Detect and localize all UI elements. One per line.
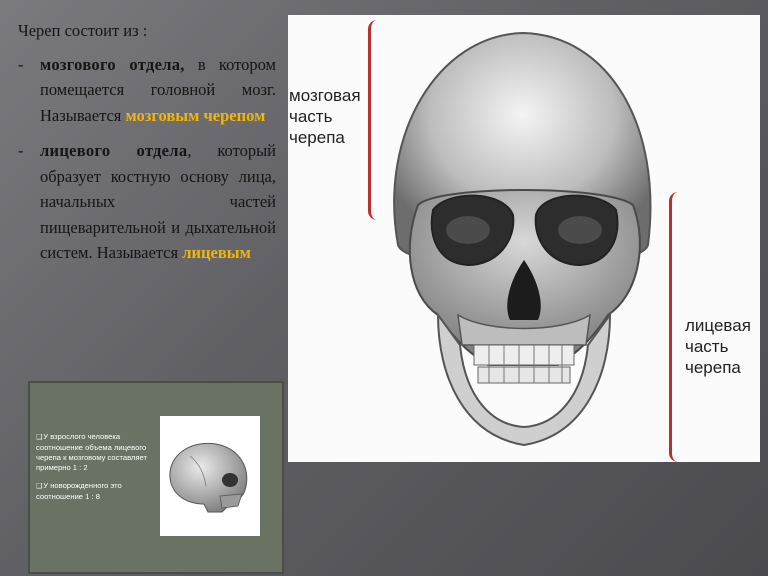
term-brain: мозгового отдела, xyxy=(40,54,185,74)
skull-front-illustration xyxy=(393,31,652,447)
list-item-brain-part: - мозгового отдела, в котором помещается… xyxy=(18,52,276,129)
label-brain-part: мозговая часть черепа xyxy=(289,86,361,147)
face-part-bracket xyxy=(669,192,678,462)
skull-photo-panel: мозговая часть черепа лицевая часть чере… xyxy=(288,15,760,462)
label-face-part: лицевая часть черепа xyxy=(685,316,751,377)
inset-text: ❑У взрослого человека соотношение объема… xyxy=(36,432,154,510)
inset-paragraph-adult: ❑У взрослого человека соотношение объема… xyxy=(36,432,147,472)
newborn-skull-illustration xyxy=(169,442,248,513)
dash-marker: - xyxy=(18,141,24,160)
term-face: лицевого отдела xyxy=(40,141,188,160)
slide-text: Череп состоит из : - мозгового отдела, в… xyxy=(18,18,276,276)
checkbox-bullet-icon: ❑ xyxy=(36,483,43,490)
newborn-skull-photo xyxy=(160,416,260,536)
brain-part-bracket xyxy=(368,20,377,220)
highlight-brain: мозговым черепом xyxy=(125,105,266,125)
highlight-face: лицевым xyxy=(182,243,251,262)
checkbox-bullet-icon: ❑ xyxy=(36,434,43,441)
dash-marker: - xyxy=(18,54,24,74)
inset-paragraph-newborn: ❑У новорожденного это соотношение 1 : 8 xyxy=(36,481,122,501)
inset-slide-thumbnail: ❑У взрослого человека соотношение объема… xyxy=(28,381,284,574)
intro-heading: Череп состоит из : xyxy=(18,21,148,40)
list-item-face-part: - лицевого отдела, который образует кост… xyxy=(18,138,276,266)
